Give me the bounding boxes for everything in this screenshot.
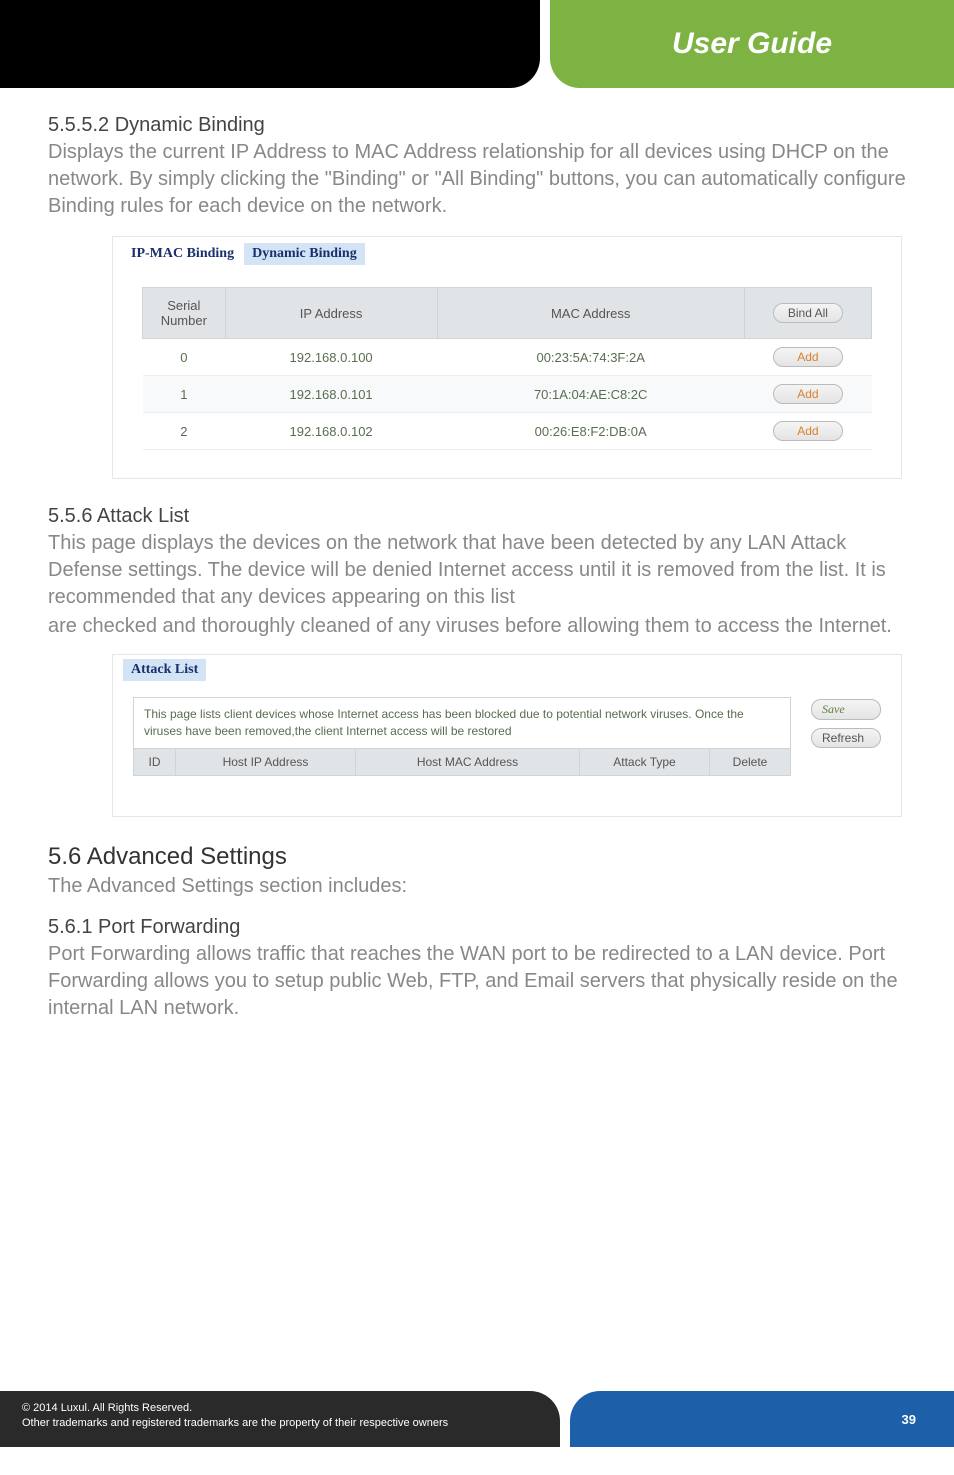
attack-header-row: ID Host IP Address Host MAC Address Atta… <box>134 748 790 775</box>
cell-ip: 192.168.0.102 <box>225 413 437 450</box>
tab-dynamic-binding[interactable]: Dynamic Binding <box>244 243 365 265</box>
heading-advanced-settings: 5.6 Advanced Settings <box>48 843 906 871</box>
cell-ip: 192.168.0.101 <box>225 376 437 413</box>
tab-attack-list[interactable]: Attack List <box>123 659 206 681</box>
cell-serial: 1 <box>143 376 226 413</box>
footer-right: 39 <box>570 1391 954 1447</box>
binding-tabs: IP-MAC Binding Dynamic Binding <box>123 243 891 265</box>
attack-tabs: Attack List <box>123 659 891 681</box>
heading-attack-list: 5.5.6 Attack List <box>48 505 906 528</box>
table-row: 2 192.168.0.102 00:26:E8:F2:DB:0A Add <box>143 413 872 450</box>
binding-table: Serial Number IP Address MAC Address Bin… <box>142 287 872 450</box>
heading-port-forwarding: 5.6.1 Port Forwarding <box>48 916 906 939</box>
add-button[interactable]: Add <box>773 384 843 404</box>
col-id: ID <box>134 749 176 775</box>
refresh-button[interactable]: Refresh <box>811 728 881 748</box>
table-row: 0 192.168.0.100 00:23:5A:74:3F:2A Add <box>143 339 872 376</box>
cell-mac: 00:23:5A:74:3F:2A <box>437 339 744 376</box>
col-host-mac: Host MAC Address <box>356 749 580 775</box>
banner-title: User Guide <box>672 27 832 61</box>
footer: © 2014 Luxul. All Rights Reserved. Other… <box>0 1391 954 1447</box>
col-host-ip: Host IP Address <box>176 749 356 775</box>
attack-side-buttons: Save Refresh <box>811 697 881 776</box>
heading-dynamic-binding: 5.5.5.2 Dynamic Binding <box>48 114 906 137</box>
binding-panel: IP-MAC Binding Dynamic Binding Serial Nu… <box>112 236 902 479</box>
page-number: 39 <box>902 1412 916 1427</box>
attack-desc: This page lists client devices whose Int… <box>134 698 790 748</box>
col-action: Bind All <box>744 288 871 339</box>
col-serial: Serial Number <box>143 288 226 339</box>
footer-trademark: Other trademarks and registered trademar… <box>22 1416 538 1431</box>
col-delete: Delete <box>710 749 790 775</box>
table-row: 1 192.168.0.101 70:1A:04:AE:C8:2C Add <box>143 376 872 413</box>
save-button[interactable]: Save <box>811 699 881 720</box>
col-attack-type: Attack Type <box>580 749 710 775</box>
top-banner: User Guide <box>0 0 954 88</box>
attack-inner: This page lists client devices whose Int… <box>123 697 891 776</box>
cell-action: Add <box>744 376 871 413</box>
attack-panel: Attack List This page lists client devic… <box>112 654 902 817</box>
footer-left: © 2014 Luxul. All Rights Reserved. Other… <box>0 1391 560 1447</box>
add-button[interactable]: Add <box>773 421 843 441</box>
body-advanced-settings: The Advanced Settings section includes: <box>48 873 906 900</box>
body-attack-list-1: This page displays the devices on the ne… <box>48 530 906 611</box>
cell-mac: 70:1A:04:AE:C8:2C <box>437 376 744 413</box>
body-port-forwarding: Port Forwarding allows traffic that reac… <box>48 941 906 1022</box>
col-mac: MAC Address <box>437 288 744 339</box>
cell-serial: 0 <box>143 339 226 376</box>
attack-box: This page lists client devices whose Int… <box>133 697 791 776</box>
tab-ipmac-binding[interactable]: IP-MAC Binding <box>123 243 242 265</box>
body-attack-list-2: are checked and thoroughly cleaned of an… <box>48 613 906 640</box>
banner-left <box>0 0 540 88</box>
cell-action: Add <box>744 339 871 376</box>
add-button[interactable]: Add <box>773 347 843 367</box>
col-ip: IP Address <box>225 288 437 339</box>
body-dynamic-binding: Displays the current IP Address to MAC A… <box>48 139 906 220</box>
bind-all-button[interactable]: Bind All <box>773 303 843 323</box>
cell-serial: 2 <box>143 413 226 450</box>
binding-header-row: Serial Number IP Address MAC Address Bin… <box>143 288 872 339</box>
banner-title-wrap: User Guide <box>550 0 954 88</box>
cell-ip: 192.168.0.100 <box>225 339 437 376</box>
cell-mac: 00:26:E8:F2:DB:0A <box>437 413 744 450</box>
content: 5.5.5.2 Dynamic Binding Displays the cur… <box>0 88 954 1022</box>
footer-copyright: © 2014 Luxul. All Rights Reserved. <box>22 1401 538 1416</box>
banner-gap <box>540 0 550 88</box>
cell-action: Add <box>744 413 871 450</box>
